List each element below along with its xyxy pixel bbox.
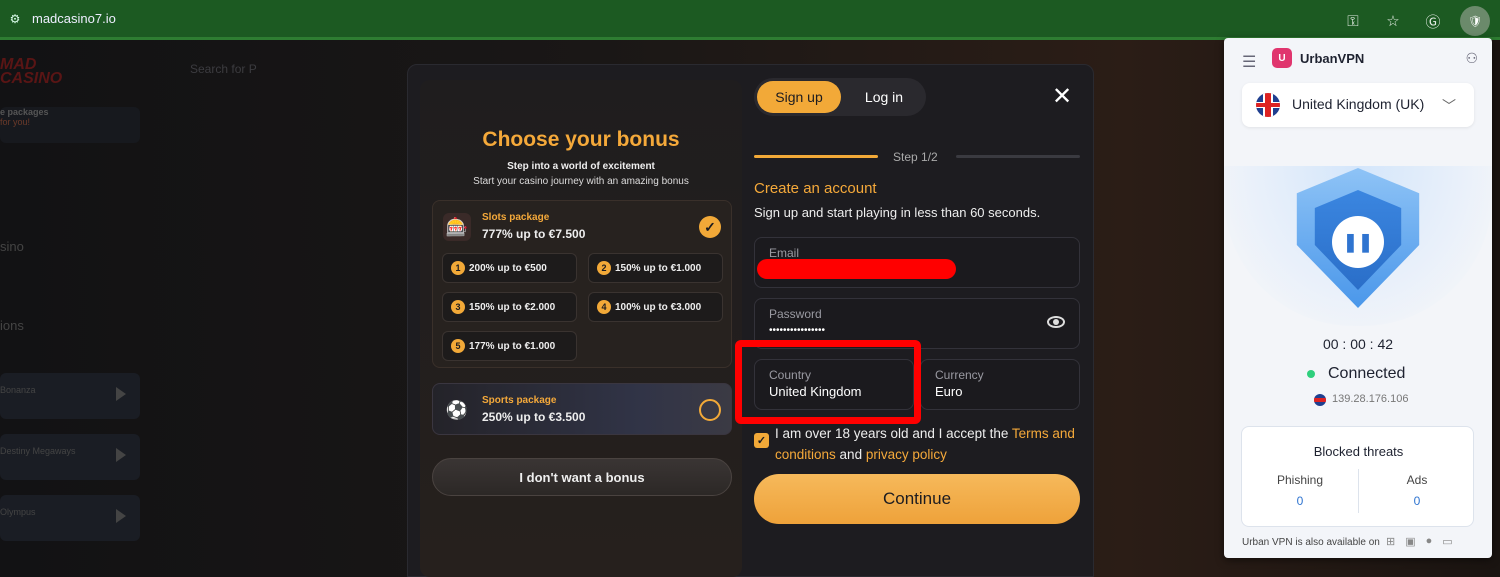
soccer-ball-icon: ⚽ xyxy=(445,399,469,420)
blocked-threats-title: Blocked threats xyxy=(1313,444,1404,459)
side-nav-item[interactable]: ions xyxy=(0,318,24,333)
vpn-country-name: United Kingdom (UK) xyxy=(1292,96,1425,112)
pause-button[interactable]: ❚❚ xyxy=(1332,216,1384,268)
bonus-subtitle: Step into a world of excitement xyxy=(507,161,655,172)
phishing-count: 0 xyxy=(1296,494,1304,508)
availability-text: Urban VPN is also available on xyxy=(1242,537,1380,548)
windows-icon[interactable]: ⊞ xyxy=(1386,535,1395,548)
site-logo[interactable]: MAD CASINO xyxy=(0,57,62,87)
sports-package-card[interactable]: ⚽ Sports package 250% up to €3.500 xyxy=(432,383,732,435)
promo-card[interactable]: e packages for you! xyxy=(0,107,140,143)
step-label: Step 1/2 xyxy=(893,150,938,164)
terms-text: I am over 18 years old and I accept the … xyxy=(775,426,1075,462)
package-value: 777% up to €7.500 xyxy=(482,227,586,241)
android-icon[interactable]: ▣ xyxy=(1405,535,1415,548)
uk-flag-small-icon xyxy=(1314,394,1326,406)
step-progress-done xyxy=(754,155,878,158)
urbanvpn-logo-icon: U xyxy=(1272,48,1292,68)
status-dot-icon xyxy=(1307,370,1315,378)
bonus-tier: 1 200% up to €500 xyxy=(442,253,577,283)
play-icon xyxy=(116,509,126,523)
key-icon[interactable]: ⚿ xyxy=(1340,8,1366,34)
chevron-down-icon: ﹀ xyxy=(1442,98,1456,114)
close-icon[interactable]: ✕ xyxy=(1050,83,1074,110)
selected-check-icon[interactable]: ✓ xyxy=(699,216,721,238)
vpn-extension-icon[interactable]: 🛡 xyxy=(1460,6,1490,36)
currency-label: Currency xyxy=(935,368,984,382)
bonus-title: Choose your bonus xyxy=(482,128,680,151)
package-value: 250% up to €3.500 xyxy=(482,410,586,424)
tv-icon[interactable]: ▭ xyxy=(1442,535,1452,548)
continue-button[interactable]: Continue xyxy=(754,474,1080,524)
terms-checkbox[interactable]: ✓ xyxy=(754,433,769,448)
bonus-tier: 5 177% up to €1.000 xyxy=(442,331,577,361)
password-value: •••••••••••••••• xyxy=(769,325,826,336)
bonus-tier: 3 150% up to €2.000 xyxy=(442,292,577,322)
side-nav-item[interactable]: sino xyxy=(0,239,24,254)
platform-icons: ⊞ ▣ ● ▭ xyxy=(1386,535,1453,548)
email-label: Email xyxy=(769,246,800,260)
tab-login[interactable]: Log in xyxy=(844,81,924,113)
eye-icon[interactable] xyxy=(1047,316,1065,328)
menu-icon[interactable]: ☰ xyxy=(1242,52,1256,72)
form-subtitle: Sign up and start playing in less than 6… xyxy=(754,205,1041,220)
blocked-threats-card: Blocked threats Phishing 0 Ads 0 xyxy=(1241,426,1474,527)
bonus-tier: 4 100% up to €3.000 xyxy=(588,292,723,322)
bookmark-star-icon[interactable]: ☆ xyxy=(1380,8,1406,34)
redaction-mark xyxy=(757,259,956,279)
user-icon[interactable]: ⚇ xyxy=(1465,50,1478,67)
ads-count: 0 xyxy=(1413,494,1421,508)
package-name: Sports package xyxy=(482,395,557,406)
game-card[interactable]: Bonanza xyxy=(0,373,140,419)
bonus-description: Start your casino journey with an amazin… xyxy=(473,176,689,187)
currency-select[interactable]: Currency Euro xyxy=(920,359,1080,410)
connection-status: Connected xyxy=(1328,365,1406,382)
password-label: Password xyxy=(769,307,822,321)
country-selector[interactable]: United Kingdom (UK) ﹀ xyxy=(1242,83,1474,127)
tab-signup[interactable]: Sign up xyxy=(757,81,841,113)
step-progress-remaining xyxy=(956,155,1080,158)
ads-label: Ads xyxy=(1406,473,1428,487)
game-card[interactable]: Destiny Megaways xyxy=(0,434,140,480)
site-search[interactable]: Search for P xyxy=(190,62,257,76)
slot-machine-icon: 🎰 xyxy=(443,213,471,241)
package-radio[interactable] xyxy=(699,399,721,421)
vpn-popup: ☰ U UrbanVPN ⚇ United Kingdom (UK) ﹀ ❚❚ … xyxy=(1224,38,1492,558)
play-icon xyxy=(116,387,126,401)
uk-flag-icon xyxy=(1256,93,1280,117)
privacy-link[interactable]: privacy policy xyxy=(866,447,947,462)
auth-tabs: Sign up Log in xyxy=(754,78,926,116)
currency-value: Euro xyxy=(935,384,963,399)
no-bonus-button[interactable]: I don't want a bonus xyxy=(432,458,732,496)
package-name: Slots package xyxy=(482,212,550,223)
browser-toolbar: ⚙ madcasino7.io ⚿ ☆ Ⓖ 🛡 xyxy=(0,0,1500,40)
grammarly-extension-icon[interactable]: Ⓖ xyxy=(1420,8,1446,34)
phishing-label: Phishing xyxy=(1276,473,1324,487)
vpn-brand: UrbanVPN xyxy=(1300,51,1365,66)
game-card[interactable]: Olympus xyxy=(0,495,140,541)
highlight-annotation xyxy=(735,340,921,424)
apple-icon[interactable]: ● xyxy=(1426,535,1433,548)
play-icon xyxy=(116,448,126,462)
bonus-tier: 2 150% up to €1.000 xyxy=(588,253,723,283)
site-info-icon[interactable]: ⚙ xyxy=(6,10,24,28)
connection-timer: 00 : 00 : 42 xyxy=(1322,336,1394,352)
address-bar[interactable]: madcasino7.io xyxy=(32,11,116,26)
ip-address: 139.28.176.106 xyxy=(1332,393,1409,405)
form-title: Create an account xyxy=(754,180,877,197)
